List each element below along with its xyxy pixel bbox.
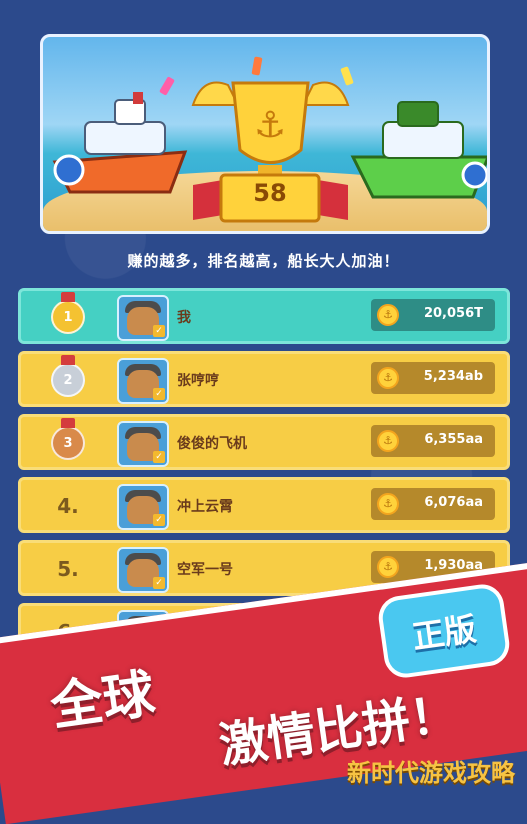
leaderboard-row[interactable]: 3 ✓ 俊俊的飞机 ⚓ 6,355aa	[18, 414, 510, 470]
avatar[interactable]: ✓	[117, 484, 169, 530]
coin-icon: ⚓	[377, 493, 399, 515]
coin-icon: ⚓	[377, 556, 399, 578]
player-name: 我	[177, 310, 191, 326]
leaderboard-row[interactable]: 2 ✓ 张哼哼 ⚓ 5,234ab	[18, 351, 510, 407]
score-value: 20,056T	[423, 306, 483, 321]
score-box: ⚓ 5,234ab	[371, 362, 495, 394]
rank-number: 1	[63, 309, 73, 325]
rank-cell: 2	[35, 355, 101, 398]
rank-number: 2	[63, 372, 73, 388]
score-box: ⚓ 6,076aa	[371, 488, 495, 520]
silver-medal-icon: 2	[51, 355, 85, 397]
avatar[interactable]: ✓	[117, 547, 169, 593]
score-value: 6,076aa	[424, 495, 483, 510]
headline-text: 赚的越多，排名越高，船长大人加油！	[127, 252, 400, 270]
leaderboard-row[interactable]: 4. ✓ 冲上云霄 ⚓ 6,076aa	[18, 477, 510, 533]
bronze-medal-icon: 3	[51, 418, 85, 460]
score-value: 6,355aa	[424, 432, 483, 447]
score-value: 5,234ab	[423, 369, 483, 384]
rank-cell: 3	[35, 418, 101, 461]
ship-left-icon	[52, 92, 188, 194]
avatar[interactable]: ✓	[117, 295, 169, 341]
hero-banner: ⚓ 58	[40, 34, 490, 234]
player-name: 张哼哼	[177, 373, 219, 389]
svg-text:⚓: ⚓	[254, 105, 286, 146]
score-box: ⚓ 20,056T	[371, 299, 495, 331]
watermark: 新时代游戏攻略	[347, 759, 515, 787]
promo-line1: 全球	[47, 664, 159, 738]
ship-right-icon	[350, 101, 487, 199]
player-name: 空军一号	[177, 562, 233, 578]
coin-icon: ⚓	[377, 367, 399, 389]
gold-medal-icon: 1	[51, 292, 85, 334]
coin-icon: ⚓	[377, 304, 399, 326]
rank-cell: 1	[35, 292, 101, 335]
leaderboard-row-self[interactable]: 1 ✓ 我 ⚓ 20,056T	[18, 288, 510, 344]
trophy-number: 58	[253, 179, 287, 207]
avatar[interactable]: ✓	[117, 358, 169, 404]
player-name: 俊俊的飞机	[177, 436, 247, 452]
rank-number: 4.	[57, 494, 79, 518]
rank-number: 5.	[57, 557, 79, 581]
official-badge-label: 正版	[409, 609, 479, 657]
rank-cell: 5.	[35, 551, 101, 587]
score-box: ⚓ 6,355aa	[371, 425, 495, 457]
rank-cell: 4.	[35, 488, 101, 524]
rank-number: 3	[63, 435, 73, 451]
player-name: 冲上云霄	[177, 499, 233, 515]
avatar[interactable]: ✓	[117, 421, 169, 467]
coin-icon: ⚓	[377, 430, 399, 452]
